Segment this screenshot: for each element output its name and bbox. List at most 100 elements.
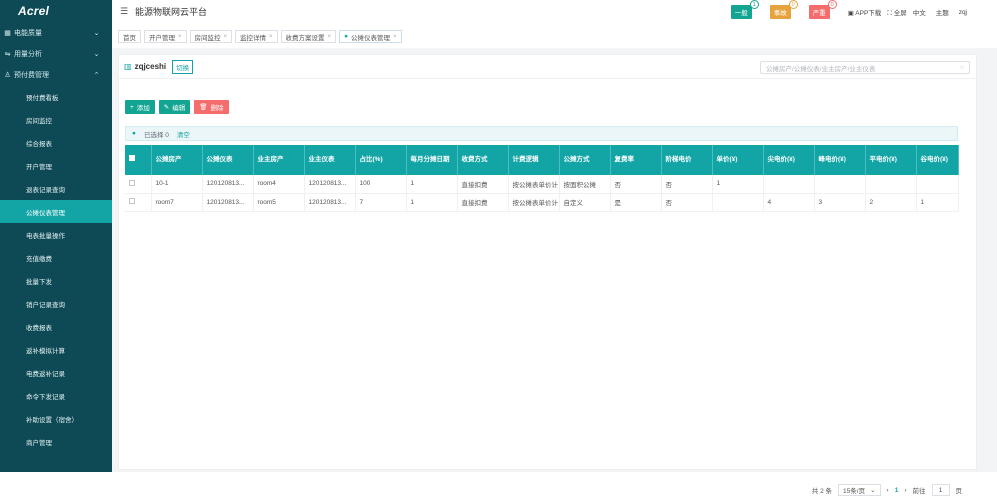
qrcode-icon: ▣ [848, 10, 854, 17]
language-switch[interactable]: 中文 [913, 7, 926, 17]
plus-icon: + [130, 104, 134, 111]
col-header: 计费逻辑 [508, 145, 559, 175]
edit-button[interactable]: ✎编辑 [159, 100, 190, 114]
building-icon: ▥ [124, 62, 132, 71]
delete-button[interactable]: 🗑删除 [194, 100, 228, 114]
col-header: 占比(%) [355, 145, 406, 175]
close-icon[interactable]: × [269, 34, 273, 40]
fullscreen-icon: ⛶ [887, 10, 892, 17]
goto-label: 前往 [913, 485, 926, 495]
table-cell: 100 [355, 175, 406, 193]
sidebar-item-batch-ops[interactable]: 电表批量操作 [0, 223, 112, 246]
theme-switch[interactable]: 主题 [936, 7, 949, 17]
sidebar-item-batch-send[interactable]: 批量下发 [0, 269, 112, 292]
table-cell [916, 175, 958, 193]
tab-account-open[interactable]: 开户管理× [144, 30, 187, 43]
sidebar-item-report[interactable]: 综合报表 [0, 131, 112, 154]
sidebar-item-subsidy[interactable]: 补助设置（宿舍） [0, 407, 112, 430]
tab-room-monitor[interactable]: 房间监控× [190, 30, 233, 43]
switch-project-button[interactable]: 切换 [172, 60, 193, 74]
goto-page-input[interactable]: 1 [932, 484, 950, 496]
table-header-row: 公摊房产 公摊仪表 业主房产 业主仪表 占比(%) 每月分摊日期 收费方式 计费… [125, 145, 958, 175]
table-row[interactable]: 10-1 120120813... room4 120120813... 100… [125, 175, 958, 193]
col-header: 公摊房产 [151, 145, 202, 175]
sidebar-group-usage-analysis[interactable]: ⇋用量分析 ⌄ [0, 43, 112, 64]
active-dot-icon: ● [344, 33, 348, 40]
table-cell [763, 175, 814, 193]
table-cell: 直接扣费 [457, 193, 508, 211]
page-size-select[interactable]: 15条/页⌄ [838, 484, 881, 496]
sidebar-item-command-record[interactable]: 命令下发记录 [0, 384, 112, 407]
prev-page-button[interactable]: ‹ [887, 487, 889, 494]
sidebar-item-rebate-sim[interactable]: 返补模拟计算 [0, 338, 112, 361]
table-cell: 2 [865, 193, 916, 211]
col-header: 公摊仪表 [202, 145, 253, 175]
tab-home[interactable]: 首页 [118, 30, 141, 43]
table-cell: 120120813... [202, 193, 253, 211]
sidebar-item-charge-report[interactable]: 收费报表 [0, 315, 112, 338]
table-row[interactable]: room7 120120813... room5 120120813... 7 … [125, 193, 958, 211]
sidebar-group-prepaid[interactable]: ♙预付费管理 ⌃ [0, 64, 112, 85]
tab-monitor-detail[interactable]: 监控详情× [235, 30, 278, 43]
col-header: 收费方式 [457, 145, 508, 175]
close-icon[interactable]: × [224, 34, 228, 40]
edit-icon: ✎ [164, 103, 169, 111]
close-icon[interactable]: × [393, 34, 397, 40]
table-cell: 120120813... [304, 193, 355, 211]
app-download-link[interactable]: ▣ APP下载 [848, 7, 882, 17]
tab-fee-plan[interactable]: 收费方案设置× [281, 30, 337, 43]
clear-selection-link[interactable]: 清空 [177, 129, 190, 139]
alarm-general-badge[interactable]: 一般1 [731, 5, 752, 19]
table-cell: 7 [355, 193, 406, 211]
table-cell: room4 [253, 175, 304, 193]
top-bar: ☰ 能源物联网云平台 一般1 事故0 严重0 ▣ APP下载 ⛶ 全屏 中文 主… [112, 0, 997, 22]
search-icon[interactable]: ○ [960, 64, 964, 71]
table-cell: 1 [406, 193, 457, 211]
selected-count: 已选择 0 [144, 129, 169, 139]
alarm-severe-badge[interactable]: 严重0 [809, 5, 830, 19]
table-cell: room5 [253, 193, 304, 211]
info-icon: ● [132, 130, 136, 137]
sidebar-item-recharge[interactable]: 充值缴费 [0, 246, 112, 269]
row-checkbox[interactable] [125, 175, 151, 193]
user-icon: ♙ [4, 71, 11, 79]
grid-icon: ▦ [4, 29, 11, 37]
table-cell: 3 [814, 193, 865, 211]
close-icon[interactable]: × [328, 34, 332, 40]
sidebar-item-meter-return[interactable]: 退表记录查询 [0, 177, 112, 200]
sidebar-item-account-open[interactable]: 开户管理 [0, 154, 112, 177]
sidebar-item-cancel-record[interactable]: 销户记录查询 [0, 292, 112, 315]
sidebar-item-merchant[interactable]: 商户管理 [0, 430, 112, 453]
page-number[interactable]: 1 [895, 487, 899, 494]
sidebar-item-room-monitor[interactable]: 房间监控 [0, 108, 112, 131]
sidebar-group-power-quality[interactable]: ▦电能质量 ⌄ [0, 22, 112, 43]
close-icon[interactable]: × [178, 34, 182, 40]
main-area: ▥ zqjceshi 切换 公摊房产/公摊仪表/业主房产/业主仪表 ○ +添加 … [112, 48, 997, 472]
table-cell: 否 [610, 175, 661, 193]
chevron-down-icon: ⌄ [93, 50, 100, 58]
sidebar-item-prepaid-board[interactable]: 预付费看板 [0, 85, 112, 108]
add-button[interactable]: +添加 [125, 100, 155, 114]
table-cell [865, 175, 916, 193]
col-header: 单价(¥) [712, 145, 763, 175]
row-checkbox[interactable] [125, 193, 151, 211]
table-cell: 120120813... [202, 175, 253, 193]
brand-logo: Acrel [0, 0, 112, 22]
search-input[interactable]: 公摊房产/公摊仪表/业主房产/业主仪表 ○ [760, 61, 970, 74]
tab-shared-meter[interactable]: ●公摊仪表管理× [339, 30, 401, 43]
user-menu[interactable]: zqj [959, 9, 967, 16]
select-all-checkbox[interactable] [125, 145, 151, 175]
table-cell: 按公摊表单价计 [508, 193, 559, 211]
table-cell [814, 175, 865, 193]
sidebar-item-shared-meter[interactable]: 公摊仪表管理 [0, 200, 112, 223]
alarm-accident-badge[interactable]: 事故0 [770, 5, 791, 19]
sidebar-item-rebate-record[interactable]: 电费返补记录 [0, 361, 112, 384]
table-cell: 1 [712, 175, 763, 193]
menu-fold-icon[interactable]: ☰ [120, 6, 127, 17]
next-page-button[interactable]: › [904, 487, 906, 494]
table-cell: 按公摊表单价计 [508, 175, 559, 193]
table-cell: 自定义 [559, 193, 610, 211]
table-cell: 1 [916, 193, 958, 211]
fullscreen-button[interactable]: ⛶ 全屏 [887, 7, 906, 18]
col-header: 复费率 [610, 145, 661, 175]
